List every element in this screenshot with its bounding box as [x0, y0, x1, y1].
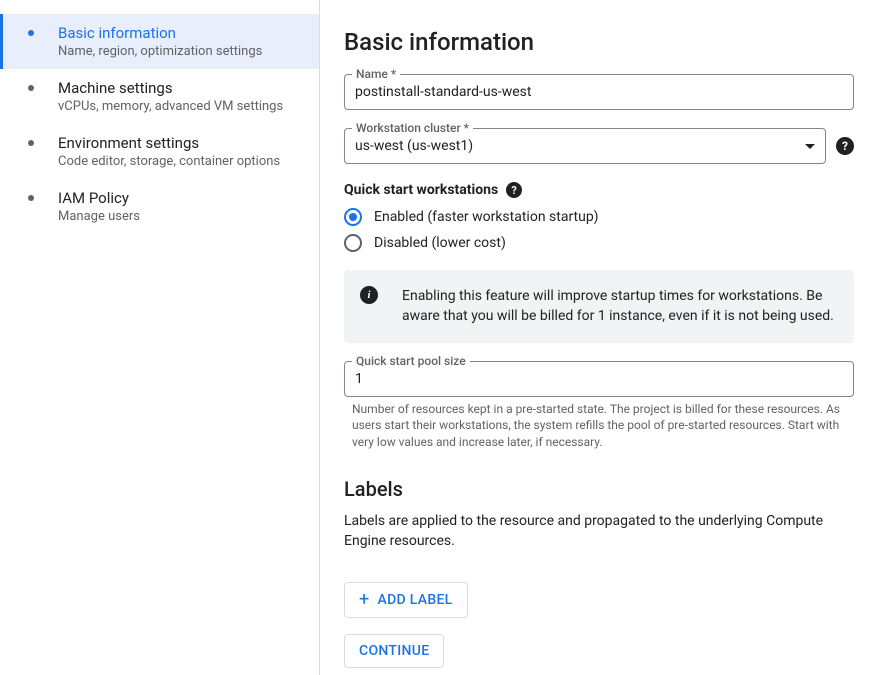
sidebar-item-subtitle: vCPUs, memory, advanced VM settings — [58, 99, 303, 114]
quickstart-info-box: i Enabling this feature will improve sta… — [344, 270, 854, 343]
sidebar-item-title: Basic information — [58, 24, 303, 42]
pool-size-form-field: Quick start pool size — [344, 361, 854, 397]
step-bullet-icon — [28, 195, 34, 201]
continue-button[interactable]: Continue — [344, 634, 444, 668]
cluster-form-field: Workstation cluster * us-west (us-west1)… — [344, 128, 854, 164]
sidebar-item-title: Machine settings — [58, 79, 303, 97]
page-title: Basic information — [344, 28, 854, 56]
cluster-label: Workstation cluster * — [352, 121, 473, 135]
info-text: Enabling this feature will improve start… — [402, 286, 838, 327]
sidebar-item-subtitle: Name, region, optimization settings — [58, 44, 303, 59]
name-form-field: Name * — [344, 74, 854, 110]
name-label: Name * — [352, 67, 400, 81]
pool-size-label: Quick start pool size — [352, 354, 470, 368]
sidebar-item-title: Environment settings — [58, 134, 303, 152]
radio-label: Disabled (lower cost) — [374, 235, 506, 251]
plus-icon: + — [359, 591, 370, 609]
radio-disabled[interactable]: Disabled (lower cost) — [344, 234, 854, 252]
sidebar-item-subtitle: Code editor, storage, container options — [58, 154, 303, 169]
quickstart-radio-group: Enabled (faster workstation startup) Dis… — [344, 208, 854, 252]
radio-label: Enabled (faster workstation startup) — [374, 209, 599, 225]
radio-enabled[interactable]: Enabled (faster workstation startup) — [344, 208, 854, 226]
chevron-down-icon — [805, 144, 815, 149]
main-content: Basic information Name * Workstation clu… — [320, 0, 878, 675]
radio-icon — [344, 234, 362, 252]
add-label-button-text: Add label — [378, 592, 453, 608]
sidebar-item-subtitle: Manage users — [58, 209, 303, 224]
sidebar-item-iam-policy[interactable]: IAM Policy Manage users — [0, 179, 319, 234]
help-icon[interactable]: ? — [836, 137, 854, 155]
sidebar-item-basic-information[interactable]: Basic information Name, region, optimiza… — [0, 14, 319, 69]
pool-size-helper: Number of resources kept in a pre-starte… — [344, 401, 854, 451]
sidebar-item-machine-settings[interactable]: Machine settings vCPUs, memory, advanced… — [0, 69, 319, 124]
step-bullet-icon — [28, 30, 34, 36]
radio-icon — [344, 208, 362, 226]
help-icon[interactable]: ? — [506, 182, 522, 198]
add-label-button[interactable]: + Add label — [344, 582, 468, 618]
continue-button-text: Continue — [359, 643, 429, 659]
info-icon: i — [360, 286, 378, 304]
labels-description: Labels are applied to the resource and p… — [344, 511, 854, 552]
cluster-value: us-west (us-west1) — [355, 138, 473, 154]
name-input[interactable] — [344, 74, 854, 110]
step-bullet-icon — [28, 85, 34, 91]
quickstart-section-label: Quick start workstations ? — [344, 182, 854, 198]
quickstart-label-text: Quick start workstations — [344, 182, 498, 198]
sidebar-item-environment-settings[interactable]: Environment settings Code editor, storag… — [0, 124, 319, 179]
sidebar-item-title: IAM Policy — [58, 189, 303, 207]
labels-title: Labels — [344, 477, 854, 501]
sidebar: Basic information Name, region, optimiza… — [0, 0, 320, 675]
step-bullet-icon — [28, 140, 34, 146]
